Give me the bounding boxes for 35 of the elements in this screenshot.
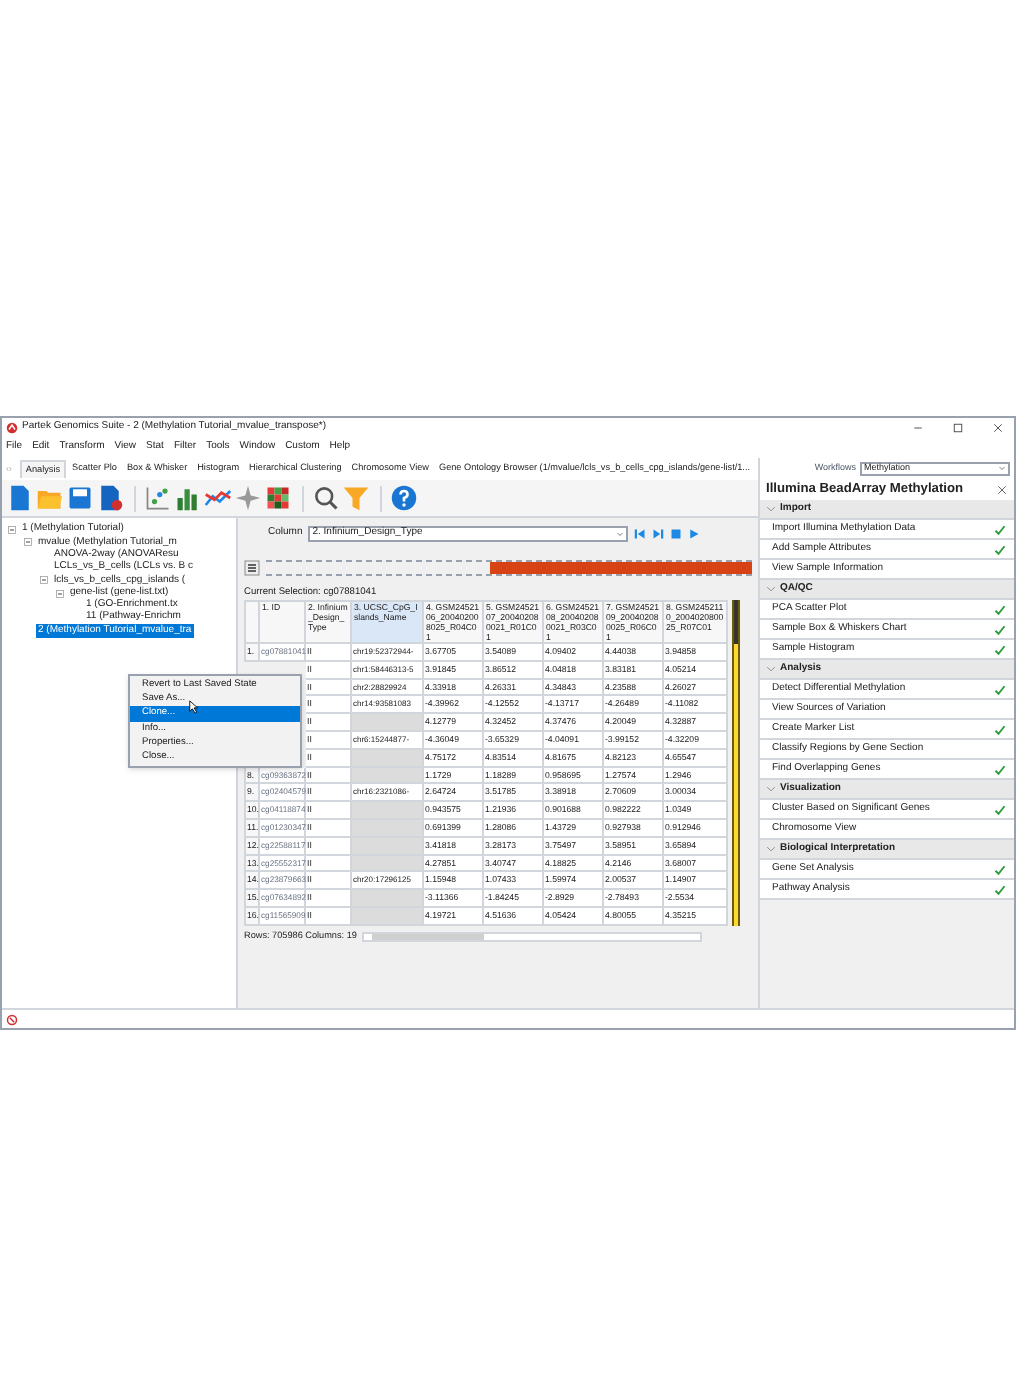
bar-chart-icon[interactable] bbox=[174, 484, 202, 512]
skip-back-icon[interactable] bbox=[634, 528, 647, 540]
chevron-down-icon[interactable] bbox=[766, 584, 776, 594]
stop-icon[interactable] bbox=[670, 528, 683, 540]
skip-forward-icon[interactable] bbox=[652, 528, 665, 540]
save-icon[interactable] bbox=[66, 484, 94, 512]
close-icon[interactable] bbox=[992, 422, 1004, 434]
minimize-icon[interactable] bbox=[912, 422, 924, 434]
chevron-down-icon[interactable] bbox=[766, 664, 776, 674]
help-icon[interactable] bbox=[390, 484, 418, 512]
collapse-icon[interactable] bbox=[8, 526, 16, 535]
chevron-down-icon[interactable] bbox=[766, 784, 776, 794]
list-icon[interactable] bbox=[244, 560, 260, 576]
collapse-icon[interactable] bbox=[56, 589, 64, 598]
play-icon[interactable] bbox=[688, 528, 701, 540]
maximize-icon[interactable] bbox=[952, 422, 964, 434]
scatter-plot-icon[interactable] bbox=[144, 484, 172, 512]
mouse-cursor-icon bbox=[188, 700, 202, 714]
collapse-icon[interactable] bbox=[40, 576, 48, 585]
heatmap-icon[interactable] bbox=[264, 484, 292, 512]
collapse-icon[interactable] bbox=[24, 538, 32, 547]
chevron-down-icon[interactable] bbox=[766, 504, 776, 514]
close-icon[interactable] bbox=[996, 483, 1008, 495]
vertical-scrollbar[interactable] bbox=[732, 600, 740, 926]
caret-icon bbox=[616, 530, 625, 538]
file-remove-icon[interactable] bbox=[96, 484, 124, 512]
horizontal-scrollbar[interactable] bbox=[362, 932, 703, 943]
column-overview-bar[interactable] bbox=[266, 560, 752, 576]
chevron-down-icon[interactable] bbox=[766, 844, 776, 854]
search-icon[interactable] bbox=[312, 484, 340, 512]
caret-icon bbox=[998, 464, 1006, 472]
new-file-icon[interactable] bbox=[6, 484, 34, 512]
header-corner bbox=[244, 600, 260, 644]
line-chart-icon[interactable] bbox=[204, 484, 232, 512]
error-icon[interactable] bbox=[6, 1013, 18, 1025]
